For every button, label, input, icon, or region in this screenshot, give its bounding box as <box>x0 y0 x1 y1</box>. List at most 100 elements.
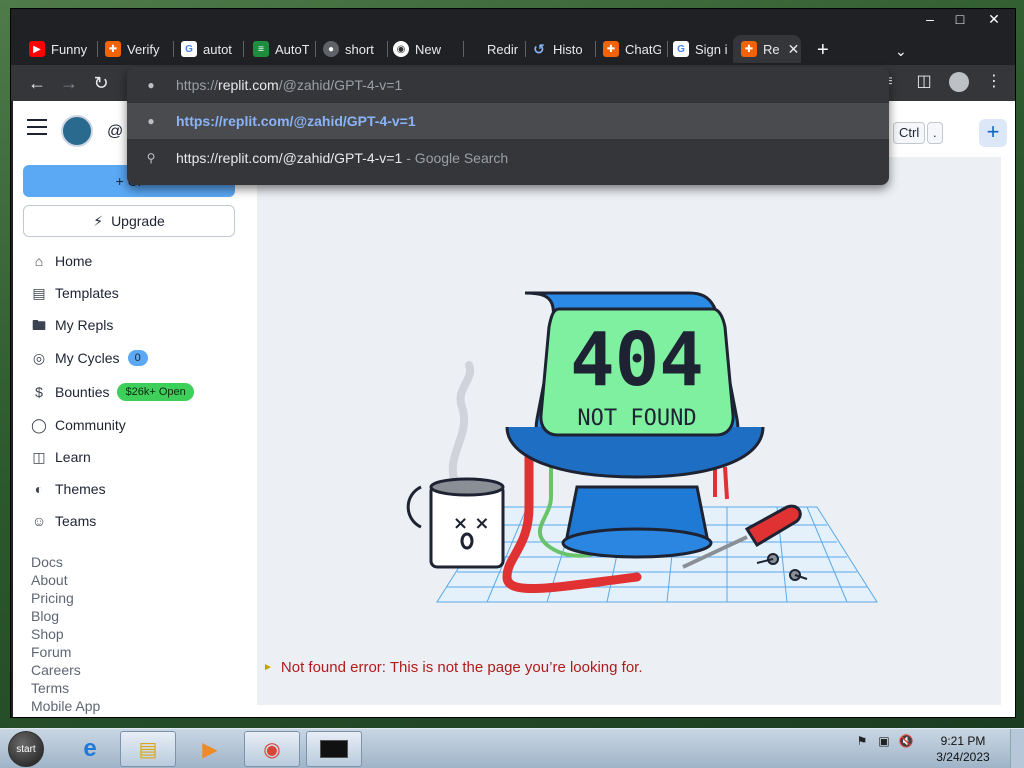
sheets-icon: ≡ <box>253 41 269 57</box>
reload-button[interactable]: ↻ <box>89 71 113 95</box>
taskbar: start e ▤ ▶ ◉ ⚑ ▣ 🔇 9:21 PM 3/24/2023 <box>0 728 1024 768</box>
footer-link-shop[interactable]: Shop <box>31 626 64 642</box>
tab-new[interactable]: ◉ New <box>393 35 453 63</box>
sidebar-item-community[interactable]: ◯ Community <box>31 413 126 437</box>
tab-history[interactable]: ↺ Histo <box>531 35 589 63</box>
close-window-button[interactable]: ✕ <box>979 9 1009 31</box>
footer-link-about[interactable]: About <box>31 572 68 588</box>
cycles-icon: ◎ <box>32 350 46 366</box>
tab-redir[interactable]: Redir <box>487 35 521 63</box>
footer-link-terms[interactable]: Terms <box>31 680 69 696</box>
file-explorer-icon[interactable]: ▤ <box>120 731 176 767</box>
minimize-button[interactable]: – <box>915 9 945 31</box>
forward-button[interactable]: → <box>57 71 81 95</box>
replit-icon: ✚ <box>105 41 121 57</box>
folder-icon: 🖿 <box>32 317 46 333</box>
show-desktop-button[interactable] <box>1010 729 1024 768</box>
error-message: ► Not found error: This is not the page … <box>263 659 643 676</box>
address-bar-input[interactable]: ● https://replit.com/@zahid/GPT-4-v=1 <box>127 67 889 103</box>
sidebar-item-learn[interactable]: ◫ Learn <box>31 445 90 469</box>
system-tray: ⚑ ▣ 🔇 <box>854 733 914 749</box>
clock[interactable]: 9:21 PM 3/24/2023 <box>928 733 998 765</box>
tab-separator <box>243 41 244 57</box>
display-not-found: NOT FOUND <box>577 406 696 431</box>
footer-link-pricing[interactable]: Pricing <box>31 590 74 606</box>
mug-icon: × × <box>406 477 505 569</box>
tab-autot-sheet[interactable]: ≡ AutoT <box>253 35 309 63</box>
footer-link-mobile-app[interactable]: Mobile App <box>31 698 100 714</box>
sidebar-item-teams[interactable]: ☺ Teams <box>31 509 96 533</box>
browser-window: – □ ✕ ▶ Funny ✚ Verify G autot ≡ AutoT ●… <box>10 8 1016 718</box>
tab-funny[interactable]: ▶ Funny <box>29 35 91 63</box>
footer-link-careers[interactable]: Careers <box>31 662 81 678</box>
youtube-icon: ▶ <box>29 41 45 57</box>
tab-chatg[interactable]: ✚ ChatG <box>603 35 661 63</box>
svg-text:× ×: × × <box>453 513 489 534</box>
book-icon: ◫ <box>32 449 46 465</box>
tab-verify[interactable]: ✚ Verify <box>105 35 167 63</box>
globe-icon: ● <box>147 114 155 128</box>
side-panel-icon[interactable]: ◫ <box>913 71 935 93</box>
display-404: 404 <box>570 317 704 403</box>
kbd-dot: . <box>927 122 943 144</box>
sidebar: + Cr ⚡ Upgrade ⌂ Home ▤ Templates 🖿 My R… <box>13 157 253 717</box>
globe-icon: ● <box>323 41 339 57</box>
chevron-right-icon: ► <box>263 662 273 673</box>
tab-autot[interactable]: G autot <box>181 35 237 63</box>
footer-link-docs[interactable]: Docs <box>31 554 63 570</box>
kbd-ctrl: Ctrl <box>893 122 926 144</box>
maximize-button[interactable]: □ <box>945 9 975 31</box>
sidebar-item-my-cycles[interactable]: ◎ My Cycles 0 <box>31 346 148 370</box>
upgrade-button[interactable]: ⚡ Upgrade <box>23 205 235 237</box>
media-player-icon[interactable]: ▶ <box>182 731 238 767</box>
not-found-illustration: × × 404 NOT FOUND <box>406 291 878 603</box>
footer-link-forum[interactable]: Forum <box>31 644 71 660</box>
profile-avatar[interactable] <box>949 72 969 92</box>
menu-dots-icon[interactable]: ⋮ <box>983 71 1005 93</box>
username-prefix: @ <box>107 123 124 140</box>
tab-short[interactable]: ● short <box>323 35 381 63</box>
tab-separator <box>525 41 526 57</box>
sidebar-item-my-repls[interactable]: 🖿 My Repls <box>31 313 113 337</box>
bolt-icon: ⚡ <box>93 212 104 229</box>
palette-icon: ◐ <box>34 481 44 497</box>
tab-strip: ▶ Funny ✚ Verify G autot ≡ AutoT ● short… <box>17 31 1009 65</box>
scrollbar[interactable] <box>1001 157 1015 705</box>
footer-link-blog[interactable]: Blog <box>31 608 59 624</box>
hamburger-menu-icon[interactable] <box>27 119 47 135</box>
replit-icon: ✚ <box>741 41 757 57</box>
omnibox-suggestion-url[interactable]: ● https://replit.com/@zahid/GPT-4-v=1 <box>127 103 889 139</box>
sidebar-item-themes[interactable]: ◐ Themes <box>31 477 106 501</box>
tab-separator <box>595 41 596 57</box>
omnibox-suggestion-search[interactable]: ⚲ https://replit.com/@zahid/GPT-4-v=1 - … <box>127 140 889 176</box>
bounty-badge: $26k+ Open <box>117 383 194 401</box>
replit-icon: ✚ <box>603 41 619 57</box>
cycles-count-badge: 0 <box>127 350 148 366</box>
close-tab-icon[interactable]: ✕ <box>788 41 800 58</box>
replit-page: @ Ctrl . + + Cr ⚡ Upgrade ⌂ Home ▤ Templ… <box>13 101 1015 717</box>
sidebar-item-home[interactable]: ⌂ Home <box>31 249 93 273</box>
tab-search-chevron-icon[interactable]: ⌄ <box>895 43 907 60</box>
internet-explorer-icon[interactable]: e <box>62 731 118 767</box>
tab-separator <box>173 41 174 57</box>
back-button[interactable]: ← <box>25 71 49 95</box>
create-plus-button[interactable]: + <box>979 119 1007 147</box>
user-avatar[interactable] <box>61 115 93 147</box>
omnibox-dropdown: ● https://replit.com/@zahid/GPT-4-v=1 ● … <box>127 67 889 185</box>
chrome-taskbar-icon[interactable]: ◉ <box>244 731 300 767</box>
volume-muted-icon[interactable]: 🔇 <box>898 733 914 749</box>
google-icon: G <box>181 41 197 57</box>
network-icon[interactable]: ▣ <box>876 733 892 749</box>
google-icon: G <box>673 41 689 57</box>
tab-separator <box>387 41 388 57</box>
main-content: × × 404 NOT FOUND ► Not found error: Thi… <box>257 157 1001 705</box>
sidebar-item-templates[interactable]: ▤ Templates <box>31 281 118 305</box>
dollar-icon: $ <box>35 384 43 400</box>
terminal-icon[interactable] <box>306 731 362 767</box>
start-button[interactable]: start <box>8 731 44 767</box>
sidebar-item-bounties[interactable]: $ Bounties $26k+ Open <box>31 380 194 404</box>
tab-replit-active[interactable]: ✚ Re ✕ <box>733 35 801 63</box>
flag-icon[interactable]: ⚑ <box>854 733 870 749</box>
tab-sign-in[interactable]: G Sign i <box>673 35 731 63</box>
new-tab-button[interactable]: + <box>817 39 829 62</box>
